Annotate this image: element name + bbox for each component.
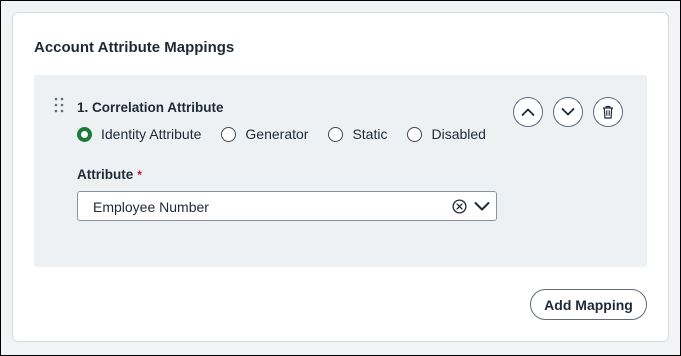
attribute-label-text: Attribute: [77, 167, 134, 182]
chevron-up-icon: [521, 108, 535, 116]
radio-label: Generator: [245, 126, 309, 142]
mapping-type-radio-group: Identity Attribute Generator Static Disa…: [77, 126, 486, 142]
radio-indicator[interactable]: [407, 126, 423, 142]
move-down-button[interactable]: [553, 97, 583, 127]
page-frame: Account Attribute Mappings 1. Correlatio…: [0, 0, 681, 356]
radio-disabled[interactable]: Disabled: [407, 126, 486, 142]
radio-generator[interactable]: Generator: [221, 126, 308, 142]
required-marker: *: [137, 168, 142, 182]
add-mapping-button[interactable]: Add Mapping: [530, 289, 647, 320]
section-title: Account Attribute Mappings: [34, 39, 235, 56]
trash-icon: [603, 105, 613, 119]
delete-mapping-button[interactable]: [593, 97, 623, 127]
mapping-title: 1. Correlation Attribute: [77, 100, 224, 115]
drag-handle-icon[interactable]: [54, 97, 64, 113]
radio-identity-attribute[interactable]: Identity Attribute: [77, 126, 201, 142]
radio-selected-indicator[interactable]: [77, 126, 92, 142]
chevron-down-icon[interactable]: [474, 201, 490, 212]
radio-label: Static: [352, 126, 388, 142]
radio-static[interactable]: Static: [328, 126, 387, 142]
attribute-field-label: Attribute *: [77, 167, 142, 182]
attribute-select[interactable]: Employee Number: [77, 191, 497, 221]
radio-indicator[interactable]: [328, 126, 344, 142]
clear-icon[interactable]: [452, 199, 467, 214]
radio-indicator[interactable]: [221, 126, 237, 142]
radio-label: Identity Attribute: [101, 126, 202, 142]
radio-label: Disabled: [431, 126, 486, 142]
attribute-select-value: Employee Number: [93, 199, 209, 215]
account-attribute-mappings-card: Account Attribute Mappings 1. Correlatio…: [12, 12, 669, 342]
mapping-item: 1. Correlation Attribute Identity Attrib…: [34, 75, 647, 267]
chevron-down-icon: [561, 108, 575, 116]
move-up-button[interactable]: [513, 97, 543, 127]
